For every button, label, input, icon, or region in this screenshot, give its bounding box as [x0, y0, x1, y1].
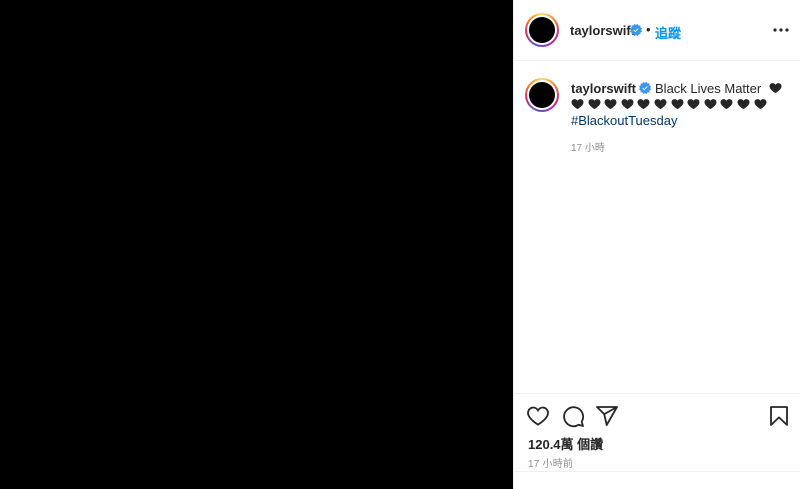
divider [514, 471, 800, 472]
post-header: taylorswift • 追蹤 [514, 0, 800, 61]
black-heart-icon [637, 99, 650, 110]
hashtag-link[interactable]: #BlackoutTuesday [571, 113, 677, 128]
caption-body: taylorswift Black Lives Matter #Blackout… [571, 81, 791, 129]
caption-text: Black Lives Matter [655, 81, 762, 96]
black-heart-icon [737, 99, 750, 110]
paper-plane-icon[interactable] [595, 404, 619, 428]
header-separator: • [646, 22, 651, 37]
verified-badge-icon [630, 24, 642, 36]
caption-username[interactable]: taylorswift [571, 81, 636, 96]
black-heart-icon [720, 99, 733, 110]
black-heart-icon [704, 99, 717, 110]
black-heart-icon [588, 99, 601, 110]
black-heart-icon [769, 83, 782, 94]
like-count[interactable]: 120.4萬 個讚 [528, 434, 603, 453]
black-heart-icon [671, 99, 684, 110]
black-heart-icon [571, 99, 584, 110]
post-image[interactable] [0, 0, 513, 489]
more-options-icon[interactable] [771, 20, 791, 40]
comment-icon[interactable] [561, 404, 585, 428]
action-bar: 120.4萬 個讚 17 小時前 [514, 393, 800, 489]
black-heart-icon [654, 99, 667, 110]
heart-outline-icon[interactable] [526, 404, 550, 428]
black-heart-icon [754, 99, 767, 110]
black-heart-icon [621, 99, 634, 110]
bookmark-icon[interactable] [767, 404, 791, 428]
verified-badge-icon [639, 82, 652, 94]
author-username[interactable]: taylorswift [570, 23, 635, 38]
black-heart-icon [604, 99, 617, 110]
post-timestamp[interactable]: 17 小時前 [528, 455, 573, 470]
caption-hearts-line-1 [765, 81, 786, 96]
caption-hearts-line-2 [571, 97, 791, 113]
caption-time: 17 小時 [571, 143, 605, 154]
caption-author-avatar[interactable] [525, 78, 559, 112]
author-avatar[interactable] [525, 13, 559, 47]
follow-button[interactable]: 追蹤 [655, 23, 681, 42]
black-heart-icon [687, 99, 700, 110]
post-sidebar: taylorswift • 追蹤 taylorswift Black Lives… [513, 0, 800, 489]
